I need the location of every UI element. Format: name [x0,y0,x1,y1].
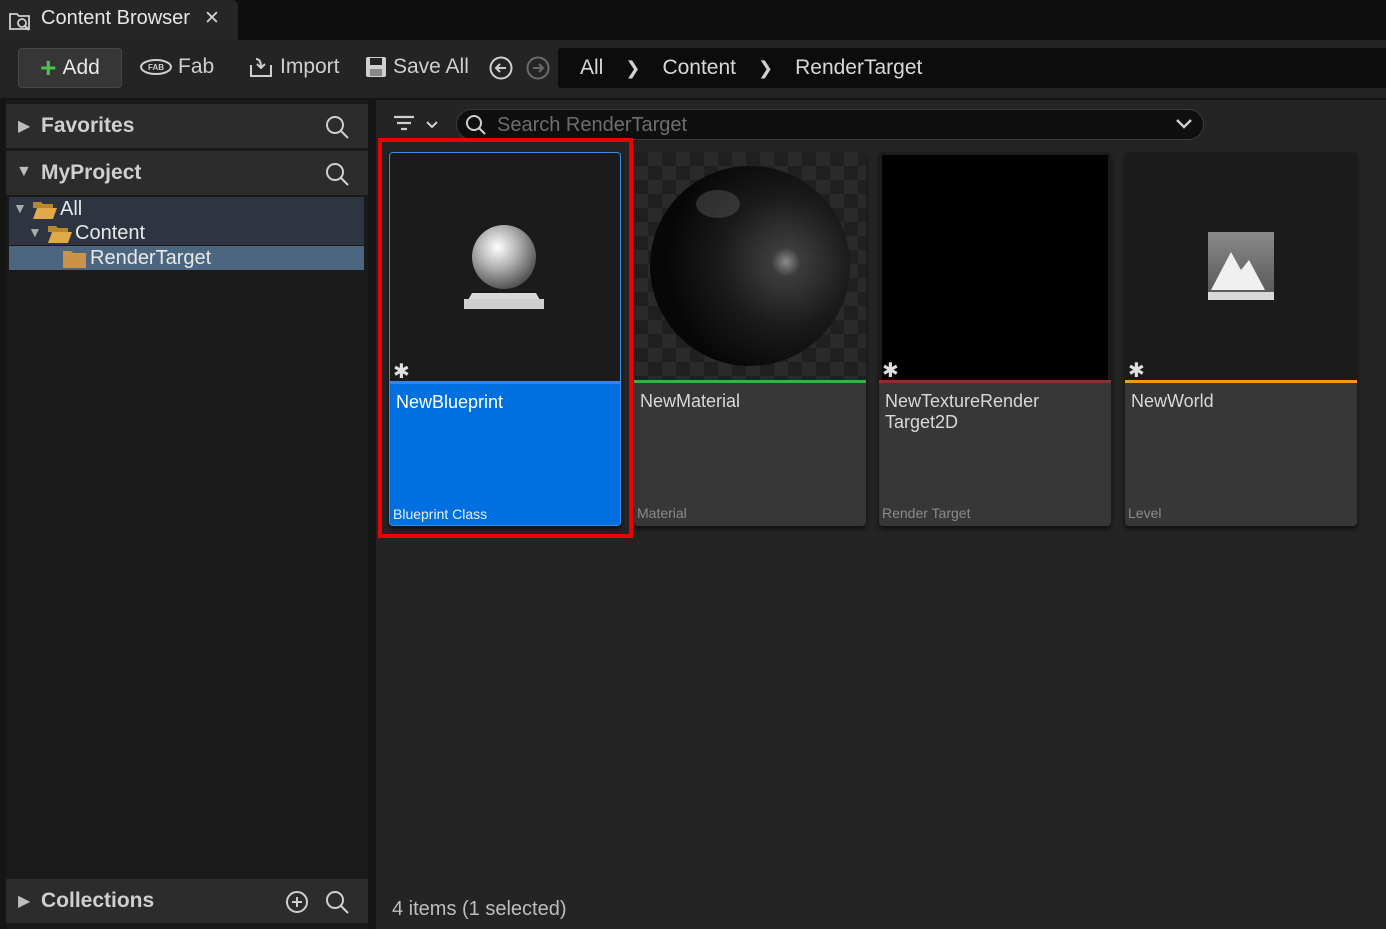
chevron-down-icon[interactable] [1174,116,1194,132]
project-header[interactable]: ▼ MyProject [6,151,368,195]
add-label: Add [62,56,100,79]
content-browser-icon [9,13,30,31]
asset-thumbnail [634,152,866,380]
tree-item-all[interactable]: ▼ All [9,197,364,221]
folder-open-icon [48,226,72,243]
import-button[interactable]: Import [248,55,340,79]
triangle-right-icon[interactable]: ▶ [18,891,30,911]
breadcrumb-content[interactable]: Content [640,56,736,80]
import-icon [250,58,272,77]
fab-icon: FAB [140,59,172,75]
tree-label: All [60,198,83,220]
asset-thumbnail: ✱ [1125,152,1357,382]
asset-type-color-bar [879,380,1111,383]
asset-name: NewWorld [1131,391,1214,411]
tab-content-browser[interactable]: Content Browser ✕ [0,0,238,40]
folder-open-icon [33,202,57,219]
tree-item-content[interactable]: ▼ Content [9,221,364,245]
save-all-label: Save All [393,55,469,78]
asset-tile-newmaterial[interactable]: NewMaterial Material [634,152,866,526]
fab-button[interactable]: FAB Fab [140,55,214,79]
asset-tile-newworld[interactable]: ✱ NewWorld Level [1125,152,1357,526]
asset-type: Level [1128,505,1162,521]
asset-type-color-bar [634,380,866,383]
chevron-right-icon[interactable]: ❯ [603,58,640,79]
back-arrow-icon[interactable] [488,55,514,86]
forward-arrow-icon[interactable] [525,55,551,86]
tree-item-rendertarget[interactable]: RenderTarget [9,246,364,270]
triangle-right-icon[interactable]: ▶ [18,116,30,136]
import-label: Import [280,55,340,78]
collections-label: Collections [41,889,155,912]
filter-icon [394,115,438,131]
search-icon [466,115,486,135]
render-target-preview [882,155,1108,380]
svg-text:FAB: FAB [148,63,164,72]
add-button[interactable]: + Add [18,48,122,88]
status-text: 4 items (1 selected) [392,898,567,920]
tree-label: Content [75,222,146,244]
search-icon[interactable] [324,114,350,140]
asset-name: NewTextureRender Target2D [885,391,1040,432]
asset-thumbnail: ✱ [879,152,1111,382]
triangle-down-icon[interactable]: ▼ [16,163,32,181]
triangle-down-icon[interactable]: ▼ [28,224,42,240]
save-all-button[interactable]: Save All [365,55,469,79]
level-mountain-icon [1208,232,1274,300]
tree-label: RenderTarget [90,247,212,269]
close-icon[interactable]: ✕ [204,7,220,30]
highlight-box [378,138,633,538]
asset-type: Material [637,505,687,521]
breadcrumb-all[interactable]: All [558,56,603,80]
breadcrumb: All ❯ Content ❯ RenderTarget [558,48,1386,88]
collections-header[interactable]: ▶ Collections [6,879,368,923]
add-circle-icon[interactable] [285,890,309,914]
plus-icon: + [40,52,57,83]
asset-tile-newtexturerendertarget2d[interactable]: ✱ NewTextureRender Target2D Render Targe… [879,152,1111,526]
project-label: MyProject [41,161,142,184]
folder-icon [63,251,86,268]
asset-name: NewMaterial [640,391,741,411]
save-icon [366,57,386,77]
search-input[interactable] [495,111,1159,139]
search-icon[interactable] [324,161,350,187]
tab-title: Content Browser [41,7,190,29]
triangle-down-icon[interactable]: ▼ [13,200,27,216]
search-icon[interactable] [324,889,350,915]
asset-type-color-bar [1125,380,1357,383]
fab-label: Fab [178,55,215,78]
breadcrumb-rendertarget[interactable]: RenderTarget [773,56,922,80]
favorites-label: Favorites [41,114,135,137]
favorites-header[interactable]: ▶ Favorites [6,104,368,148]
material-sphere-icon [650,166,850,366]
chevron-right-icon[interactable]: ❯ [736,58,773,79]
asset-type: Render Target [882,505,971,521]
